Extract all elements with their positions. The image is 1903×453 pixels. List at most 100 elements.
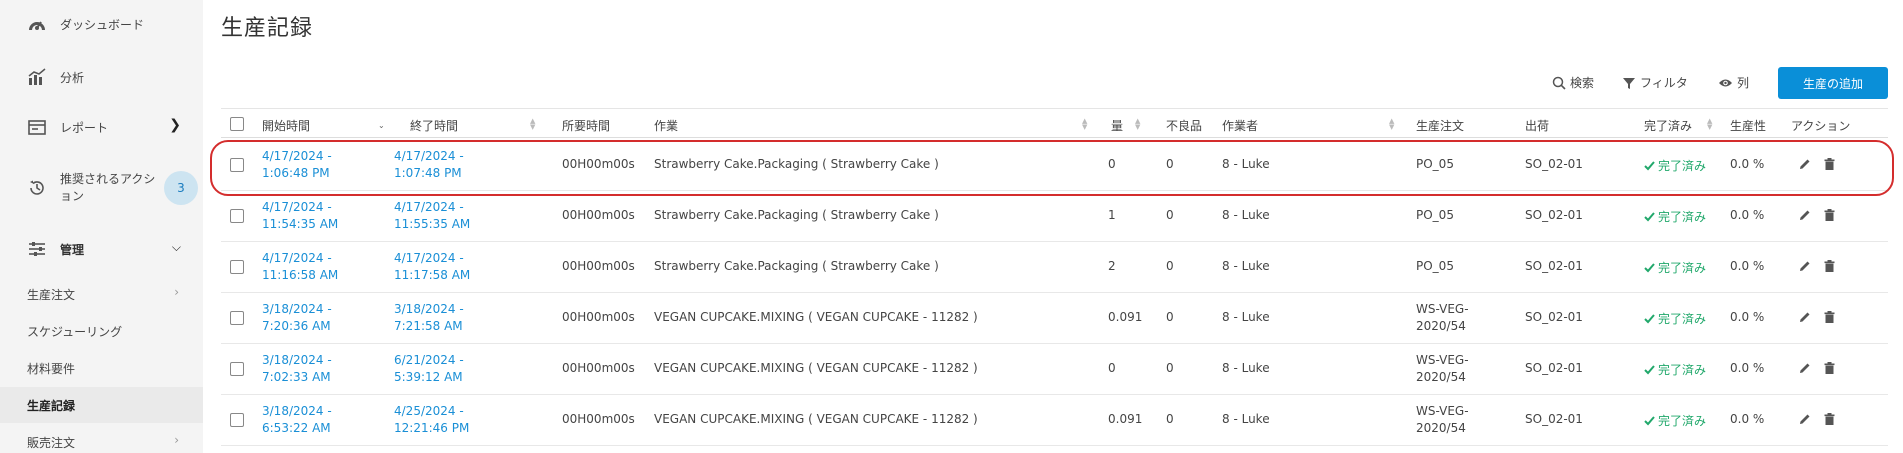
filter-button[interactable]: フィルタ — [1622, 74, 1688, 91]
productivity: 0.0 % — [1730, 310, 1765, 324]
columns-button[interactable]: 列 — [1718, 74, 1749, 91]
status-badge: 完了済み — [1644, 157, 1706, 174]
sidebar-item-recommended-actions[interactable]: 推奨されるアクション 3 — [0, 168, 203, 208]
table-row[interactable]: 4/17/2024 - 11:16:58 AM 4/17/2024 - 11:17:… — [221, 242, 1888, 293]
sliders-icon — [27, 239, 47, 259]
status-badge: 完了済み — [1644, 310, 1706, 327]
productivity: 0.0 % — [1730, 157, 1765, 171]
quantity: 0.091 — [1108, 310, 1143, 324]
delete-button[interactable] — [1824, 260, 1835, 272]
pencil-icon — [1800, 363, 1810, 373]
header-production-order[interactable]: 生産注文 — [1416, 117, 1464, 134]
start-time-link[interactable]: 3/18/2024 - 7:20:36 AM — [262, 301, 332, 335]
edit-button[interactable] — [1799, 311, 1811, 323]
sidebar-item-reports[interactable]: レポート ❯ — [0, 114, 203, 140]
sort-desc-icon[interactable]: ⌄ — [378, 122, 385, 130]
row-checkbox[interactable] — [230, 158, 244, 172]
defects: 0 — [1166, 412, 1174, 426]
sort-icon[interactable]: ▲ ▼ — [1135, 118, 1140, 131]
header-start-time[interactable]: 開始時間 — [262, 117, 310, 134]
start-time-link[interactable]: 4/17/2024 - 1:06:48 PM — [262, 148, 332, 182]
check-icon — [1644, 262, 1655, 272]
end-time-link[interactable]: 4/17/2024 - 11:17:58 AM — [394, 250, 470, 284]
row-checkbox[interactable] — [230, 209, 244, 223]
end-time-link[interactable]: 4/17/2024 - 1:07:48 PM — [394, 148, 464, 182]
eye-icon — [1719, 79, 1732, 86]
header-quantity[interactable]: 量 — [1111, 117, 1123, 134]
table-row[interactable]: 3/18/2024 - 6:53:22 AM 4/25/2024 - 12:21:4… — [221, 395, 1888, 446]
sidebar-item-analytics[interactable]: 分析 — [0, 64, 203, 90]
start-time-link[interactable]: 3/18/2024 - 7:02:33 AM — [262, 352, 332, 386]
header-productivity[interactable]: 生産性 — [1730, 117, 1766, 134]
table-row[interactable]: 4/17/2024 - 1:06:48 PM 4/17/2024 - 1:07:48… — [221, 140, 1888, 191]
delete-button[interactable] — [1824, 362, 1835, 374]
status-badge: 完了済み — [1644, 361, 1706, 378]
search-icon — [1552, 76, 1566, 90]
header-operator[interactable]: 作業者 — [1222, 117, 1258, 134]
row-checkbox[interactable] — [230, 362, 244, 376]
start-time-link[interactable]: 4/17/2024 - 11:54:35 AM — [262, 199, 338, 233]
edit-button[interactable] — [1799, 413, 1811, 425]
header-end-time[interactable]: 終了時間 — [410, 117, 458, 134]
edit-button[interactable] — [1799, 362, 1811, 374]
sidebar-item-dashboard[interactable]: ダッシュボード — [0, 12, 203, 38]
search-button[interactable]: 検索 — [1552, 74, 1594, 91]
end-date: 4/17/2024 - — [394, 251, 464, 265]
duration: 00H00m00s — [562, 361, 635, 375]
duration: 00H00m00s — [562, 259, 635, 273]
end-time-link[interactable]: 4/25/2024 - 12:21:46 PM — [394, 403, 469, 437]
row-checkbox[interactable] — [230, 260, 244, 274]
start-date: 4/17/2024 - — [262, 251, 332, 265]
row-checkbox[interactable] — [230, 413, 244, 427]
header-operation[interactable]: 作業 — [654, 117, 678, 134]
status-badge: 完了済み — [1644, 208, 1706, 225]
start-time-link[interactable]: 3/18/2024 - 6:53:22 AM — [262, 403, 332, 437]
header-duration[interactable]: 所要時間 — [562, 117, 610, 134]
sort-icon[interactable]: ▲ ▼ — [530, 118, 535, 131]
sidebar-subitem-production-records[interactable]: 生産記録 — [0, 387, 203, 423]
row-checkbox[interactable] — [230, 311, 244, 325]
status-label: 完了済み — [1658, 210, 1707, 224]
header-shipment[interactable]: 出荷 — [1525, 117, 1549, 134]
sidebar-item-management[interactable]: 管理 ⌵ — [0, 236, 203, 262]
end-time-link[interactable]: 6/21/2024 - 5:39:12 AM — [394, 352, 464, 386]
table-row[interactable]: 4/17/2024 - 11:54:35 AM 4/17/2024 - 11:55:… — [221, 191, 1888, 242]
add-production-button[interactable]: 生産の追加 — [1778, 67, 1888, 99]
edit-button[interactable] — [1799, 260, 1811, 272]
header-completed[interactable]: 完了済み — [1644, 117, 1692, 134]
start-time-link[interactable]: 4/17/2024 - 11:16:58 AM — [262, 250, 338, 284]
delete-button[interactable] — [1824, 311, 1835, 323]
end-clock: 5:39:12 AM — [394, 370, 463, 384]
sidebar: ダッシュボード 分析 レポート ❯ 推奨されるアクション 3 管理 ⌵ 生産注文… — [0, 0, 203, 453]
header-defects[interactable]: 不良品 — [1166, 117, 1202, 134]
sidebar-item-label: 推奨されるアクション — [60, 172, 156, 203]
chevron-right-icon: › — [174, 285, 179, 299]
sidebar-subitem-production-orders[interactable]: 生産注文 › — [0, 276, 203, 312]
table-row[interactable]: 3/18/2024 - 7:20:36 AM 3/18/2024 - 7:21:58… — [221, 293, 1888, 344]
sort-icon[interactable]: ▲ ▼ — [1707, 118, 1712, 131]
end-time-link[interactable]: 3/18/2024 - 7:21:58 AM — [394, 301, 464, 335]
check-icon — [1644, 160, 1655, 170]
chevron-down-icon: ⌵ — [171, 240, 181, 254]
end-clock: 11:55:35 AM — [394, 217, 471, 231]
chevron-right-icon: ❯ — [169, 117, 181, 133]
table-row[interactable]: 3/18/2024 - 7:02:33 AM 6/21/2024 - 5:39:12… — [221, 344, 1888, 395]
edit-button[interactable] — [1799, 158, 1811, 170]
check-icon — [1644, 313, 1655, 323]
end-time-link[interactable]: 4/17/2024 - 11:55:35 AM — [394, 199, 470, 233]
defects: 0 — [1166, 208, 1174, 222]
sidebar-subitem-scheduling[interactable]: スケジューリング — [0, 313, 203, 349]
sidebar-subitem-sales-orders[interactable]: 販売注文 › — [0, 424, 203, 453]
edit-button[interactable] — [1799, 209, 1811, 221]
production-order: WS-VEG- 2020/54 — [1416, 301, 1469, 335]
select-all-checkbox[interactable] — [230, 117, 244, 131]
delete-button[interactable] — [1824, 209, 1835, 221]
delete-button[interactable] — [1824, 158, 1835, 170]
delete-button[interactable] — [1824, 413, 1835, 425]
order-line: 2020/54 — [1416, 370, 1466, 384]
sort-icon[interactable]: ▲ ▼ — [1389, 118, 1394, 131]
sidebar-subitem-material-requirements[interactable]: 材料要件 — [0, 350, 203, 386]
sort-icon[interactable]: ▲ ▼ — [1082, 118, 1087, 131]
trash-icon — [1824, 413, 1835, 425]
start-clock: 6:53:22 AM — [262, 421, 331, 435]
